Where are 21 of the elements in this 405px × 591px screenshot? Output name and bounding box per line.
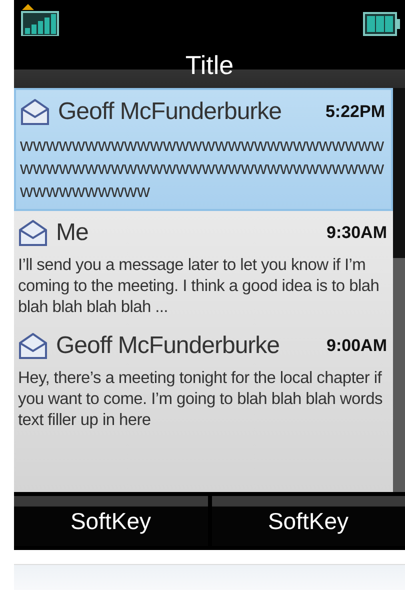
envelope-icon <box>18 220 48 246</box>
sender-name: Geoff McFunderburke <box>56 331 281 361</box>
scrollbar[interactable] <box>393 88 405 492</box>
message-time: 9:30AM <box>326 222 387 244</box>
message-time: 9:00AM <box>326 335 387 358</box>
softkey-button[interactable]: SoftKey <box>14 496 208 546</box>
message-item[interactable]: Geoff McFunderburke 9:00AM Hey, there’s a meeting tonight for the local chapter if you want to come. I’m going to blah blah blah words text filler up in here <box>14 324 393 437</box>
sender-name: Me <box>56 218 90 248</box>
envelope-icon <box>20 99 50 125</box>
message-item[interactable]: Geoff McFunderburke 5:22PM wwwwwwwwwwwwwwwwwwwwwwwwwwwwwwwwwwwwwwwwwwwwwwwwwwwwwwwwwwwwwwwwww <box>14 88 393 211</box>
sender-name: Geoff McFunderburke <box>58 97 283 127</box>
message-item[interactable]: Me 9:30AM I’ll send you a message later to let you know if I’m coming to the meeting. I think a good idea is to blah blah blah blah blah ... <box>14 211 393 324</box>
message-preview: I’ll send you a message later to let you know if I’m coming to the meeting. I think a good idea is to blah blah blah blah blah ... <box>18 255 380 318</box>
softkey-button[interactable]: SoftKey <box>212 496 405 546</box>
screen-title: Title <box>185 52 234 78</box>
envelope-icon <box>18 333 48 359</box>
battery-icon <box>363 12 401 36</box>
message-preview: Hey, there’s a meeting tonight for the local chapter if you want to come. I’m going to blah blah blah words text filler up in here <box>18 368 384 431</box>
message-preview: wwwwwwwwwwwwwwwwwwwwwwwwwwwwwwwwwwwwwwwwwwwwwwwwwwwwwwwwwwwwwwwwww <box>20 134 385 203</box>
signal-icon <box>20 4 60 36</box>
message-time: 5:22PM <box>325 101 385 124</box>
